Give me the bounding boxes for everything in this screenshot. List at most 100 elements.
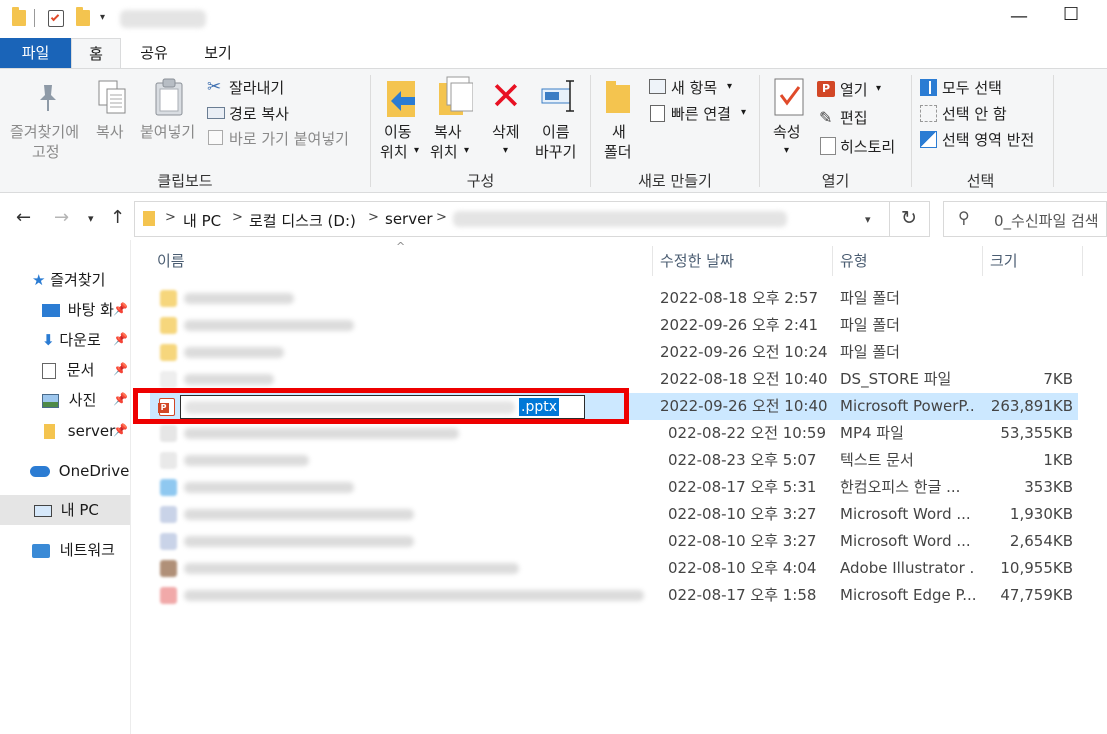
breadcrumb-separator[interactable]: > xyxy=(232,210,243,225)
copy-to-label-1[interactable]: 복사 xyxy=(434,121,462,142)
pin-to-quick-access-label-2[interactable]: 고정 xyxy=(32,141,60,162)
cut-button[interactable]: 잘라내기 xyxy=(229,77,284,98)
new-folder-qat-icon[interactable] xyxy=(76,7,90,26)
rename-label-2[interactable]: 바꾸기 xyxy=(535,141,576,162)
minimize-button[interactable]: — xyxy=(1010,6,1028,27)
breadcrumb-blurred-folder[interactable] xyxy=(453,211,787,227)
up-button[interactable]: ↑ xyxy=(110,207,125,228)
file-size: 1KB xyxy=(1043,451,1073,469)
properties-qat-icon[interactable] xyxy=(48,10,64,27)
recent-locations-button[interactable]: ▾ xyxy=(88,212,94,225)
new-folder-label-1[interactable]: 새 xyxy=(612,121,626,142)
history-button[interactable]: 히스토리 xyxy=(840,136,895,157)
ribbon-tabs: 파일 홈 공유 보기 xyxy=(0,38,1107,68)
open-button[interactable]: 열기 xyxy=(840,79,868,100)
file-date: 022-08-22 오전 10:59 xyxy=(668,424,826,442)
nav-server[interactable]: server xyxy=(44,416,115,446)
column-header-name[interactable]: 이름 xyxy=(157,248,185,274)
column-divider[interactable] xyxy=(982,246,983,276)
nav-this-pc[interactable]: 내 PC xyxy=(0,495,130,525)
ribbon: 즐겨찾기에 고정 복사 붙여넣기 ✂ 잘라내기 경로 복사 바로 가기 붙여넣기… xyxy=(0,68,1107,193)
file-date: 022-08-17 오후 5:31 xyxy=(668,478,817,496)
new-folder-label-2[interactable]: 폴더 xyxy=(604,141,632,162)
move-to-label-2[interactable]: 위치 xyxy=(380,141,408,162)
group-divider xyxy=(1053,75,1054,187)
address-bar[interactable]: > 내 PC > 로컬 디스크 (D:) > server > ▾ ↻ xyxy=(134,201,930,237)
nav-downloads[interactable]: ⬇ 다운로 xyxy=(42,325,101,355)
invert-selection-button[interactable]: 선택 영역 반전 xyxy=(942,129,1034,150)
nav-label: 내 PC xyxy=(60,501,99,519)
table-row[interactable]: 2022-09-26 오후 2:41 파일 폴더 xyxy=(150,312,1078,339)
pin-to-quick-access-label-1[interactable]: 즐겨찾기에 xyxy=(10,121,79,142)
address-dropdown-icon[interactable]: ▾ xyxy=(865,213,871,226)
refresh-icon[interactable]: ↻ xyxy=(901,207,917,229)
breadcrumb-local-disk[interactable]: 로컬 디스크 (D:) xyxy=(249,210,356,231)
title-bar: ▾ — ☐ xyxy=(0,0,1107,38)
tab-share[interactable]: 공유 xyxy=(126,38,182,68)
new-item-button[interactable]: 새 항목 xyxy=(671,77,717,98)
tab-view[interactable]: 보기 xyxy=(190,38,246,68)
column-divider[interactable] xyxy=(652,246,653,276)
table-row[interactable]: 022-08-23 오후 5:07 텍스트 문서 1KB xyxy=(150,447,1078,474)
table-row[interactable]: 022-08-22 오전 10:59 MP4 파일 53,355KB xyxy=(150,420,1078,447)
easy-access-button[interactable]: 빠른 연결 xyxy=(671,103,731,124)
copy-icon xyxy=(97,79,131,123)
invert-selection-icon xyxy=(920,131,937,148)
tab-home[interactable]: 홈 xyxy=(71,38,121,68)
column-header-size[interactable]: 크기 xyxy=(990,248,1018,274)
copy-to-label-2[interactable]: 위치 xyxy=(430,141,458,162)
nav-desktop[interactable]: 바탕 화 xyxy=(42,295,114,325)
edit-button[interactable]: 편집 xyxy=(840,107,868,128)
back-button[interactable]: ← xyxy=(16,207,31,228)
table-row[interactable]: 022-08-10 오후 3:27 Microsoft Word ... 1,930… xyxy=(150,501,1078,528)
paste-shortcut-button[interactable]: 바로 가기 붙여넣기 xyxy=(229,128,349,149)
copy-button[interactable]: 복사 xyxy=(96,121,124,142)
properties-button[interactable]: 속성 xyxy=(773,121,801,142)
paste-button[interactable]: 붙여넣기 xyxy=(140,121,195,142)
nav-pictures[interactable]: 사진 xyxy=(42,385,96,415)
rename-label-1[interactable]: 이름 xyxy=(542,121,570,142)
breadcrumb-separator[interactable]: > xyxy=(165,210,176,225)
folder-icon xyxy=(44,424,55,439)
nav-network[interactable]: 네트워크 xyxy=(32,535,115,565)
select-none-button[interactable]: 선택 안 함 xyxy=(942,103,1007,124)
select-all-button[interactable]: 모두 선택 xyxy=(942,77,1002,98)
forward-button[interactable]: → xyxy=(54,207,69,228)
copy-path-button[interactable]: 경로 복사 xyxy=(229,103,289,124)
breadcrumb-separator[interactable]: > xyxy=(368,210,379,225)
breadcrumb-separator[interactable]: > xyxy=(436,210,447,225)
new-folder-icon xyxy=(604,79,632,119)
column-header-type[interactable]: 유형 xyxy=(840,248,868,274)
column-divider[interactable] xyxy=(832,246,833,276)
delete-button[interactable]: 삭제 xyxy=(492,121,520,142)
tab-file[interactable]: 파일 xyxy=(0,38,71,68)
qat-customize-icon[interactable]: ▾ xyxy=(100,12,105,23)
pin-icon: 📌 xyxy=(113,392,128,406)
file-date: 2022-08-18 오전 10:40 xyxy=(660,370,828,388)
search-box[interactable]: ⚲ 0_수신파일 검색 xyxy=(943,201,1107,237)
file-type: Adobe Illustrator ... xyxy=(840,559,975,577)
file-size: 263,891KB xyxy=(990,397,1073,415)
file-icon xyxy=(160,587,177,604)
file-type: MP4 파일 xyxy=(840,424,904,442)
column-divider[interactable] xyxy=(1082,246,1083,276)
column-header-date[interactable]: 수정한 날짜 xyxy=(660,248,734,274)
nav-documents[interactable]: 문서 xyxy=(42,355,94,385)
breadcrumb-my-pc[interactable]: 내 PC xyxy=(183,210,221,231)
file-name-blurred xyxy=(184,293,294,304)
table-row[interactable]: 022-08-10 오후 4:04 Adobe Illustrator ... 10… xyxy=(150,555,1078,582)
table-row[interactable]: 022-08-17 오후 5:31 한컴오피스 한글 ... 353KB xyxy=(150,474,1078,501)
breadcrumb-server[interactable]: server xyxy=(385,210,432,228)
move-to-label-1[interactable]: 이동 xyxy=(384,121,412,142)
table-row[interactable]: 2022-09-26 오전 10:24 파일 폴더 xyxy=(150,339,1078,366)
search-input[interactable]: 0_수신파일 검색 xyxy=(994,210,1099,231)
file-type: 파일 폴더 xyxy=(840,343,900,361)
table-row[interactable]: 022-08-10 오후 3:27 Microsoft Word ... 2,654… xyxy=(150,528,1078,555)
open-group-label: 열기 xyxy=(821,172,850,190)
computer-icon xyxy=(34,504,52,517)
nav-onedrive[interactable]: OneDrive xyxy=(30,456,129,486)
nav-quick-access[interactable]: ★ 즐겨찾기 xyxy=(32,265,105,295)
table-row[interactable]: 2022-08-18 오후 2:57 파일 폴더 xyxy=(150,285,1078,312)
maximize-button[interactable]: ☐ xyxy=(1063,4,1079,25)
table-row[interactable]: 022-08-17 오후 1:58 Microsoft Edge P... 47,7… xyxy=(150,582,1078,609)
